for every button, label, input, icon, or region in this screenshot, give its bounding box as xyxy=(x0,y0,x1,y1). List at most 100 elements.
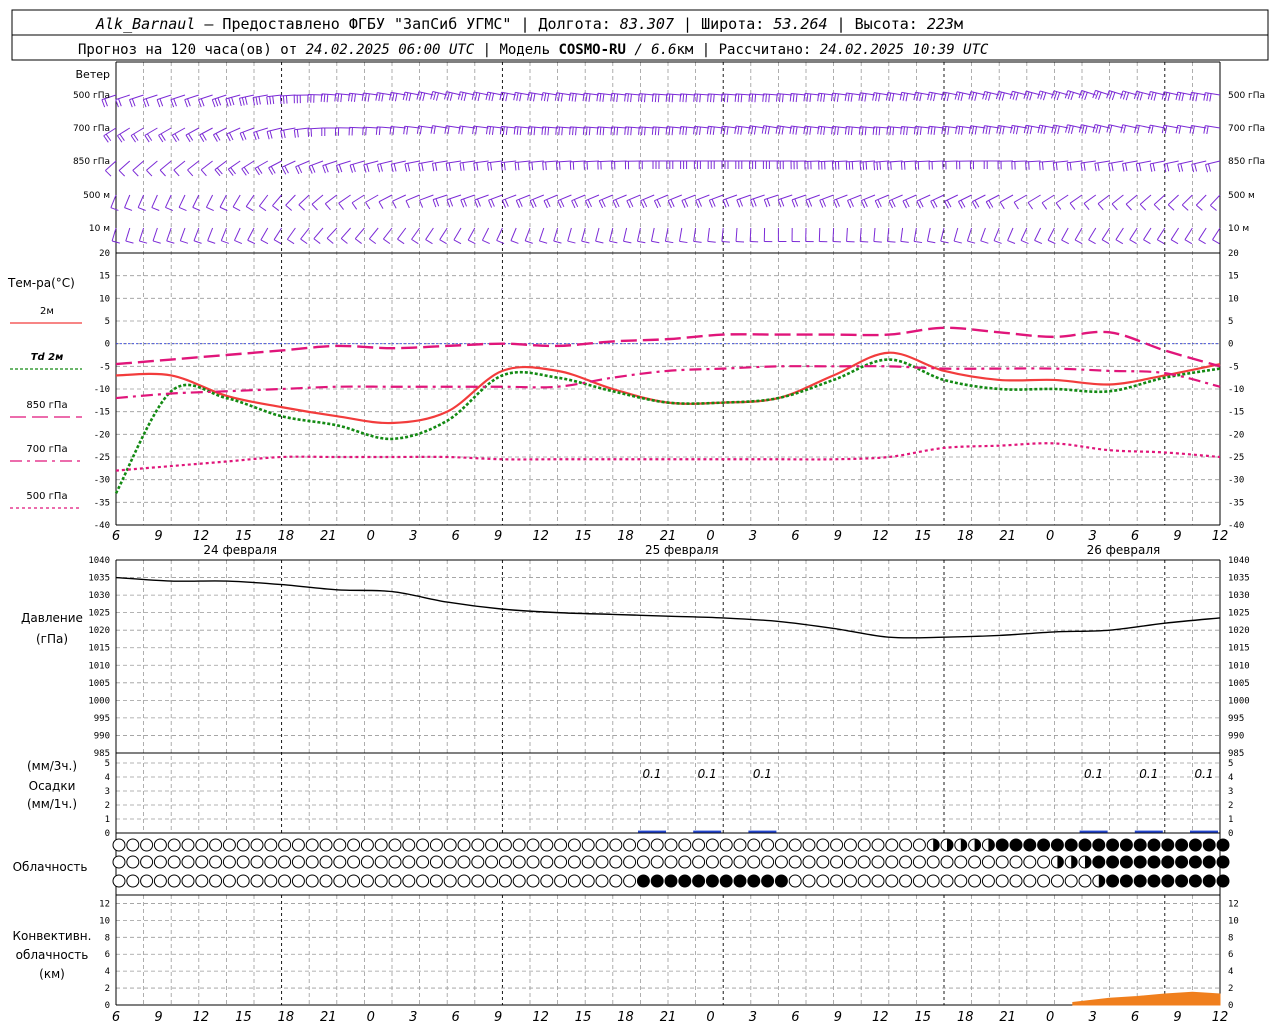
wind-barb-feather xyxy=(159,98,164,107)
wind-barb-feather xyxy=(861,126,864,135)
wind-barb-feather xyxy=(685,94,688,103)
wind-barb-feather xyxy=(998,91,1002,100)
cloud-empty-circle xyxy=(209,838,223,852)
wind-barb-shaft xyxy=(926,227,931,242)
wind-barb-shaft xyxy=(228,160,241,170)
cloud-empty-circle xyxy=(733,855,747,869)
x-tick-label-bottom: 18 xyxy=(278,1010,295,1024)
wind-barb-feather xyxy=(449,92,453,101)
cloud-empty-circle xyxy=(457,874,471,888)
wind-barb-shaft xyxy=(1025,160,1041,163)
cloud-empty-circle xyxy=(788,855,802,869)
wind-barb-feather xyxy=(392,126,395,135)
cloud-empty-circle xyxy=(512,838,526,852)
conv-tick-right: 2 xyxy=(1228,984,1233,994)
wind-barb-feather xyxy=(475,126,478,135)
wind-barb-shaft xyxy=(916,194,931,202)
cloud-empty-circle xyxy=(498,874,512,888)
cloud-empty-circle xyxy=(443,874,457,888)
cloud-full-circle xyxy=(1037,838,1051,852)
wind-barb-feather xyxy=(822,198,827,207)
wind-barb-feather xyxy=(532,199,537,207)
wind-barb-feather xyxy=(765,94,767,103)
wind-barb-feather xyxy=(1195,93,1198,102)
cloud-empty-circle xyxy=(830,855,844,869)
cloud-empty-circle xyxy=(912,874,926,888)
meteogram: Alk_Barnaul — Предоставлено ФГБУ "ЗапСиб… xyxy=(7,9,1269,1024)
wind-barb-shaft xyxy=(667,194,682,202)
wind-barb-feather xyxy=(433,126,436,135)
pressure-tick-left: 985 xyxy=(94,749,110,759)
cloud-empty-circle xyxy=(485,855,499,869)
wind-barb-shaft xyxy=(340,227,351,239)
wind-barb-shaft xyxy=(928,160,945,163)
wind-barb-feather xyxy=(872,126,875,135)
wind-barb-feather xyxy=(124,207,133,211)
wind-barb-feather xyxy=(473,162,476,171)
cloud-empty-circle xyxy=(443,855,457,869)
wind-barb-feather xyxy=(588,93,591,102)
wind-barb-feather xyxy=(844,92,847,101)
cloud-empty-circle xyxy=(250,874,264,888)
wind-barb-feather xyxy=(697,199,702,207)
wind-barb-shaft xyxy=(611,92,627,96)
cloud-title: Облачность xyxy=(13,860,88,874)
wind-barb-feather xyxy=(365,127,367,136)
cloud-empty-circle xyxy=(1009,855,1023,869)
wind-barb-shaft xyxy=(1039,160,1055,163)
cloud-full-circle xyxy=(1119,874,1133,888)
wind-barb-feather xyxy=(283,130,286,139)
cloud-empty-circle xyxy=(954,855,968,869)
wind-barb-feather xyxy=(654,127,657,136)
cloud-full-circle xyxy=(1175,838,1189,852)
wind-barb-feather xyxy=(1074,239,1083,245)
conv-tick-right: 4 xyxy=(1228,967,1233,977)
cloud-empty-circle xyxy=(402,874,416,888)
cloud-full-circle xyxy=(1119,855,1133,869)
wind-barb-shaft xyxy=(626,194,641,202)
cloud-empty-circle xyxy=(705,855,719,869)
wind-barb-feather xyxy=(873,162,876,171)
cloud-empty-circle xyxy=(250,838,264,852)
cloud-full-circle xyxy=(1188,855,1202,869)
wind-barb-feather xyxy=(477,198,481,207)
cloud-empty-circle xyxy=(650,838,664,852)
wind-level-label-right: 500 гПа xyxy=(1228,91,1265,101)
conv-tick-left: 10 xyxy=(99,916,110,926)
wind-barb-feather xyxy=(381,93,384,102)
wind-barb-feather xyxy=(575,127,577,136)
wind-barb-shaft xyxy=(294,127,310,131)
wind-barb-feather xyxy=(710,94,712,103)
wind-barb-feather xyxy=(214,98,219,107)
wind-barb-shaft xyxy=(650,227,655,242)
wind-barb-feather xyxy=(1167,92,1171,101)
wind-barb-feather xyxy=(642,199,648,208)
wind-barb-feather xyxy=(657,94,660,103)
wind-barb-shaft xyxy=(722,93,738,96)
cloud-empty-circle xyxy=(236,855,250,869)
cloud-empty-circle xyxy=(678,855,692,869)
wind-barb-shaft xyxy=(158,127,172,136)
cloud-empty-circle xyxy=(1037,874,1051,888)
wind-barb-feather xyxy=(806,93,809,102)
wind-barb-shaft xyxy=(1184,227,1193,240)
wind-barb-feather xyxy=(458,125,461,134)
cloud-empty-circle xyxy=(581,874,595,888)
wind-barb-feather xyxy=(1015,126,1019,135)
wind-barb-feather xyxy=(850,93,853,102)
cloud-empty-circle xyxy=(912,855,926,869)
cloud-empty-circle xyxy=(498,838,512,852)
wind-barb-feather xyxy=(762,93,764,102)
wind-barb-shaft xyxy=(846,160,862,163)
wind-barb-feather xyxy=(425,239,433,245)
wind-barb-shaft xyxy=(1074,227,1083,241)
wind-barb-shaft xyxy=(192,194,200,208)
cloud-empty-circle xyxy=(940,874,954,888)
wind-barb-feather xyxy=(1095,91,1099,99)
cloud-empty-circle xyxy=(195,838,209,852)
wind-barb-feather xyxy=(500,162,503,171)
wind-barb-shaft xyxy=(680,93,696,96)
wind-barb-feather xyxy=(624,126,626,135)
wind-barb-shaft xyxy=(694,125,710,129)
wind-barb-feather xyxy=(1111,92,1116,101)
